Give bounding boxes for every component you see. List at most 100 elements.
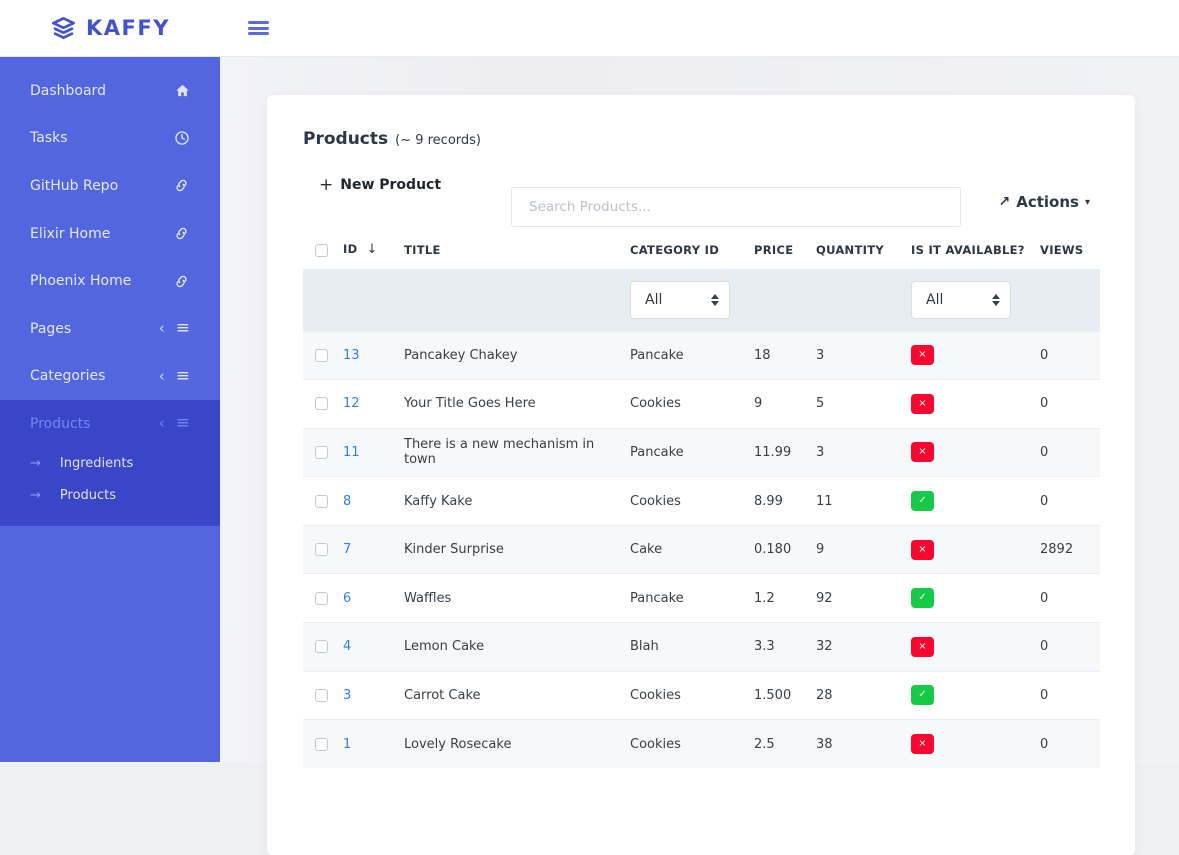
table-row: 7Kinder SurpriseCake0.1809×2892	[303, 525, 1100, 574]
row-quantity: 9	[816, 525, 911, 574]
row-views: 0	[1040, 331, 1100, 380]
table-filter-row: All All	[303, 269, 1100, 331]
select-all-checkbox[interactable]	[315, 244, 328, 257]
availability-badge: ×	[911, 734, 934, 754]
sidebar-item-tasks[interactable]: Tasks	[0, 115, 220, 163]
row-checkbox[interactable]	[315, 397, 328, 410]
brand-logo[interactable]: KAFFY	[50, 15, 170, 42]
row-checkbox[interactable]	[315, 349, 328, 362]
column-header-id[interactable]: ID↓	[343, 232, 404, 269]
column-header-views[interactable]: VIEWS	[1040, 232, 1100, 269]
table-row: 12Your Title Goes HereCookies95×0	[303, 380, 1100, 429]
row-quantity: 92	[816, 574, 911, 623]
new-product-button[interactable]: + New Product	[319, 175, 441, 195]
sidebar-toggle-icon[interactable]	[248, 19, 269, 38]
sidebar-item-label: GitHub Repo	[30, 178, 173, 194]
column-header-quantity[interactable]: QUANTITY	[816, 232, 911, 269]
row-checkbox[interactable]	[315, 543, 328, 556]
records-count: (~ 9 records)	[395, 133, 481, 148]
layers-icon	[50, 15, 77, 42]
menu-icon: ≡	[176, 368, 190, 385]
availability-badge: ×	[911, 442, 934, 462]
row-views: 0	[1040, 671, 1100, 720]
row-id-link[interactable]: 3	[343, 688, 351, 703]
sidebar-subitem-products[interactable]: → Products	[0, 480, 220, 512]
row-id-link[interactable]: 4	[343, 639, 351, 654]
table-row: 6WafflesPancake1.292✓0	[303, 574, 1100, 623]
row-checkbox[interactable]	[315, 592, 328, 605]
row-views: 0	[1040, 623, 1100, 672]
column-header-available[interactable]: IS IT AVAILABLE?	[911, 232, 1040, 269]
row-id-link[interactable]: 12	[343, 396, 360, 411]
row-category: Pancake	[630, 574, 754, 623]
row-id-link[interactable]: 8	[343, 494, 351, 509]
row-checkbox[interactable]	[315, 640, 328, 653]
row-views: 0	[1040, 380, 1100, 429]
table-header-row: ID↓ TITLE CATEGORY ID PRICE QUANTITY IS …	[303, 232, 1100, 269]
row-price: 11.99	[754, 428, 816, 477]
actions-dropdown-button[interactable]: ↗ Actions ▾	[999, 193, 1091, 211]
link-icon	[173, 177, 190, 194]
row-quantity: 5	[816, 380, 911, 429]
availability-badge: ✓	[911, 685, 934, 705]
available-filter-select[interactable]: All	[911, 281, 1011, 319]
row-views: 0	[1040, 574, 1100, 623]
search-input[interactable]	[511, 187, 961, 227]
row-checkbox[interactable]	[315, 495, 328, 508]
row-category: Blah	[630, 623, 754, 672]
row-category: Cookies	[630, 720, 754, 769]
link-icon	[173, 225, 190, 242]
row-id-link[interactable]: 7	[343, 542, 351, 557]
page-title-text: Products	[303, 129, 388, 149]
sidebar-item-products[interactable]: Products ‹ ≡	[0, 400, 220, 448]
row-checkbox[interactable]	[315, 738, 328, 751]
sidebar-item-label: Elixir Home	[30, 226, 173, 242]
link-icon	[173, 273, 190, 290]
sidebar-group-products: Products ‹ ≡ → Ingredients → Products	[0, 400, 220, 526]
row-id-link[interactable]: 11	[343, 445, 360, 460]
row-checkbox[interactable]	[315, 689, 328, 702]
brand-name: KAFFY	[86, 16, 170, 40]
arrow-right-icon: →	[30, 456, 41, 471]
row-category: Cookies	[630, 477, 754, 526]
table-row: 1Lovely RosecakeCookies2.538×0	[303, 720, 1100, 769]
sidebar-item-categories[interactable]: Categories ‹ ≡	[0, 353, 220, 401]
row-id-link[interactable]: 13	[343, 348, 360, 363]
column-header-category[interactable]: CATEGORY ID	[630, 232, 754, 269]
table-row: 8Kaffy KakeCookies8.9911✓0	[303, 477, 1100, 526]
chevron-left-icon: ‹	[159, 369, 165, 384]
table-controls: + New Product ↗ Actions ▾	[303, 165, 1099, 205]
column-header-price[interactable]: PRICE	[754, 232, 816, 269]
row-quantity: 3	[816, 331, 911, 380]
sidebar-subitem-ingredients[interactable]: → Ingredients	[0, 448, 220, 480]
row-id-link[interactable]: 6	[343, 591, 351, 606]
row-price: 18	[754, 331, 816, 380]
category-filter-select[interactable]: All	[630, 281, 730, 319]
sidebar-item-phoenix-home[interactable]: Phoenix Home	[0, 257, 220, 305]
sidebar-item-pages[interactable]: Pages ‹ ≡	[0, 305, 220, 353]
sidebar-item-elixir-home[interactable]: Elixir Home	[0, 210, 220, 258]
select-carets-icon	[711, 294, 719, 306]
new-product-label: New Product	[340, 177, 441, 193]
row-category: Cookies	[630, 380, 754, 429]
table-row: 3Carrot CakeCookies1.50028✓0	[303, 671, 1100, 720]
table-body: 13Pancakey ChakeyPancake183×012Your Titl…	[303, 331, 1100, 768]
sidebar-item-label: Dashboard	[30, 83, 175, 99]
row-title: Kaffy Kake	[404, 477, 630, 526]
sort-desc-icon[interactable]: ↓	[366, 242, 377, 257]
row-id-link[interactable]: 1	[343, 737, 351, 752]
sidebar-item-github-repo[interactable]: GitHub Repo	[0, 162, 220, 210]
row-views: 0	[1040, 428, 1100, 477]
sidebar-item-dashboard[interactable]: Dashboard	[0, 67, 220, 115]
row-price: 9	[754, 380, 816, 429]
row-views: 0	[1040, 720, 1100, 769]
row-category: Pancake	[630, 331, 754, 380]
sidebar-item-label: Phoenix Home	[30, 273, 173, 289]
menu-icon: ≡	[176, 415, 190, 432]
row-quantity: 28	[816, 671, 911, 720]
table-row: 11There is a new mechanism in townPancak…	[303, 428, 1100, 477]
row-title: Kinder Surprise	[404, 525, 630, 574]
row-checkbox[interactable]	[315, 446, 328, 459]
row-title: Lemon Cake	[404, 623, 630, 672]
column-header-title[interactable]: TITLE	[404, 232, 630, 269]
